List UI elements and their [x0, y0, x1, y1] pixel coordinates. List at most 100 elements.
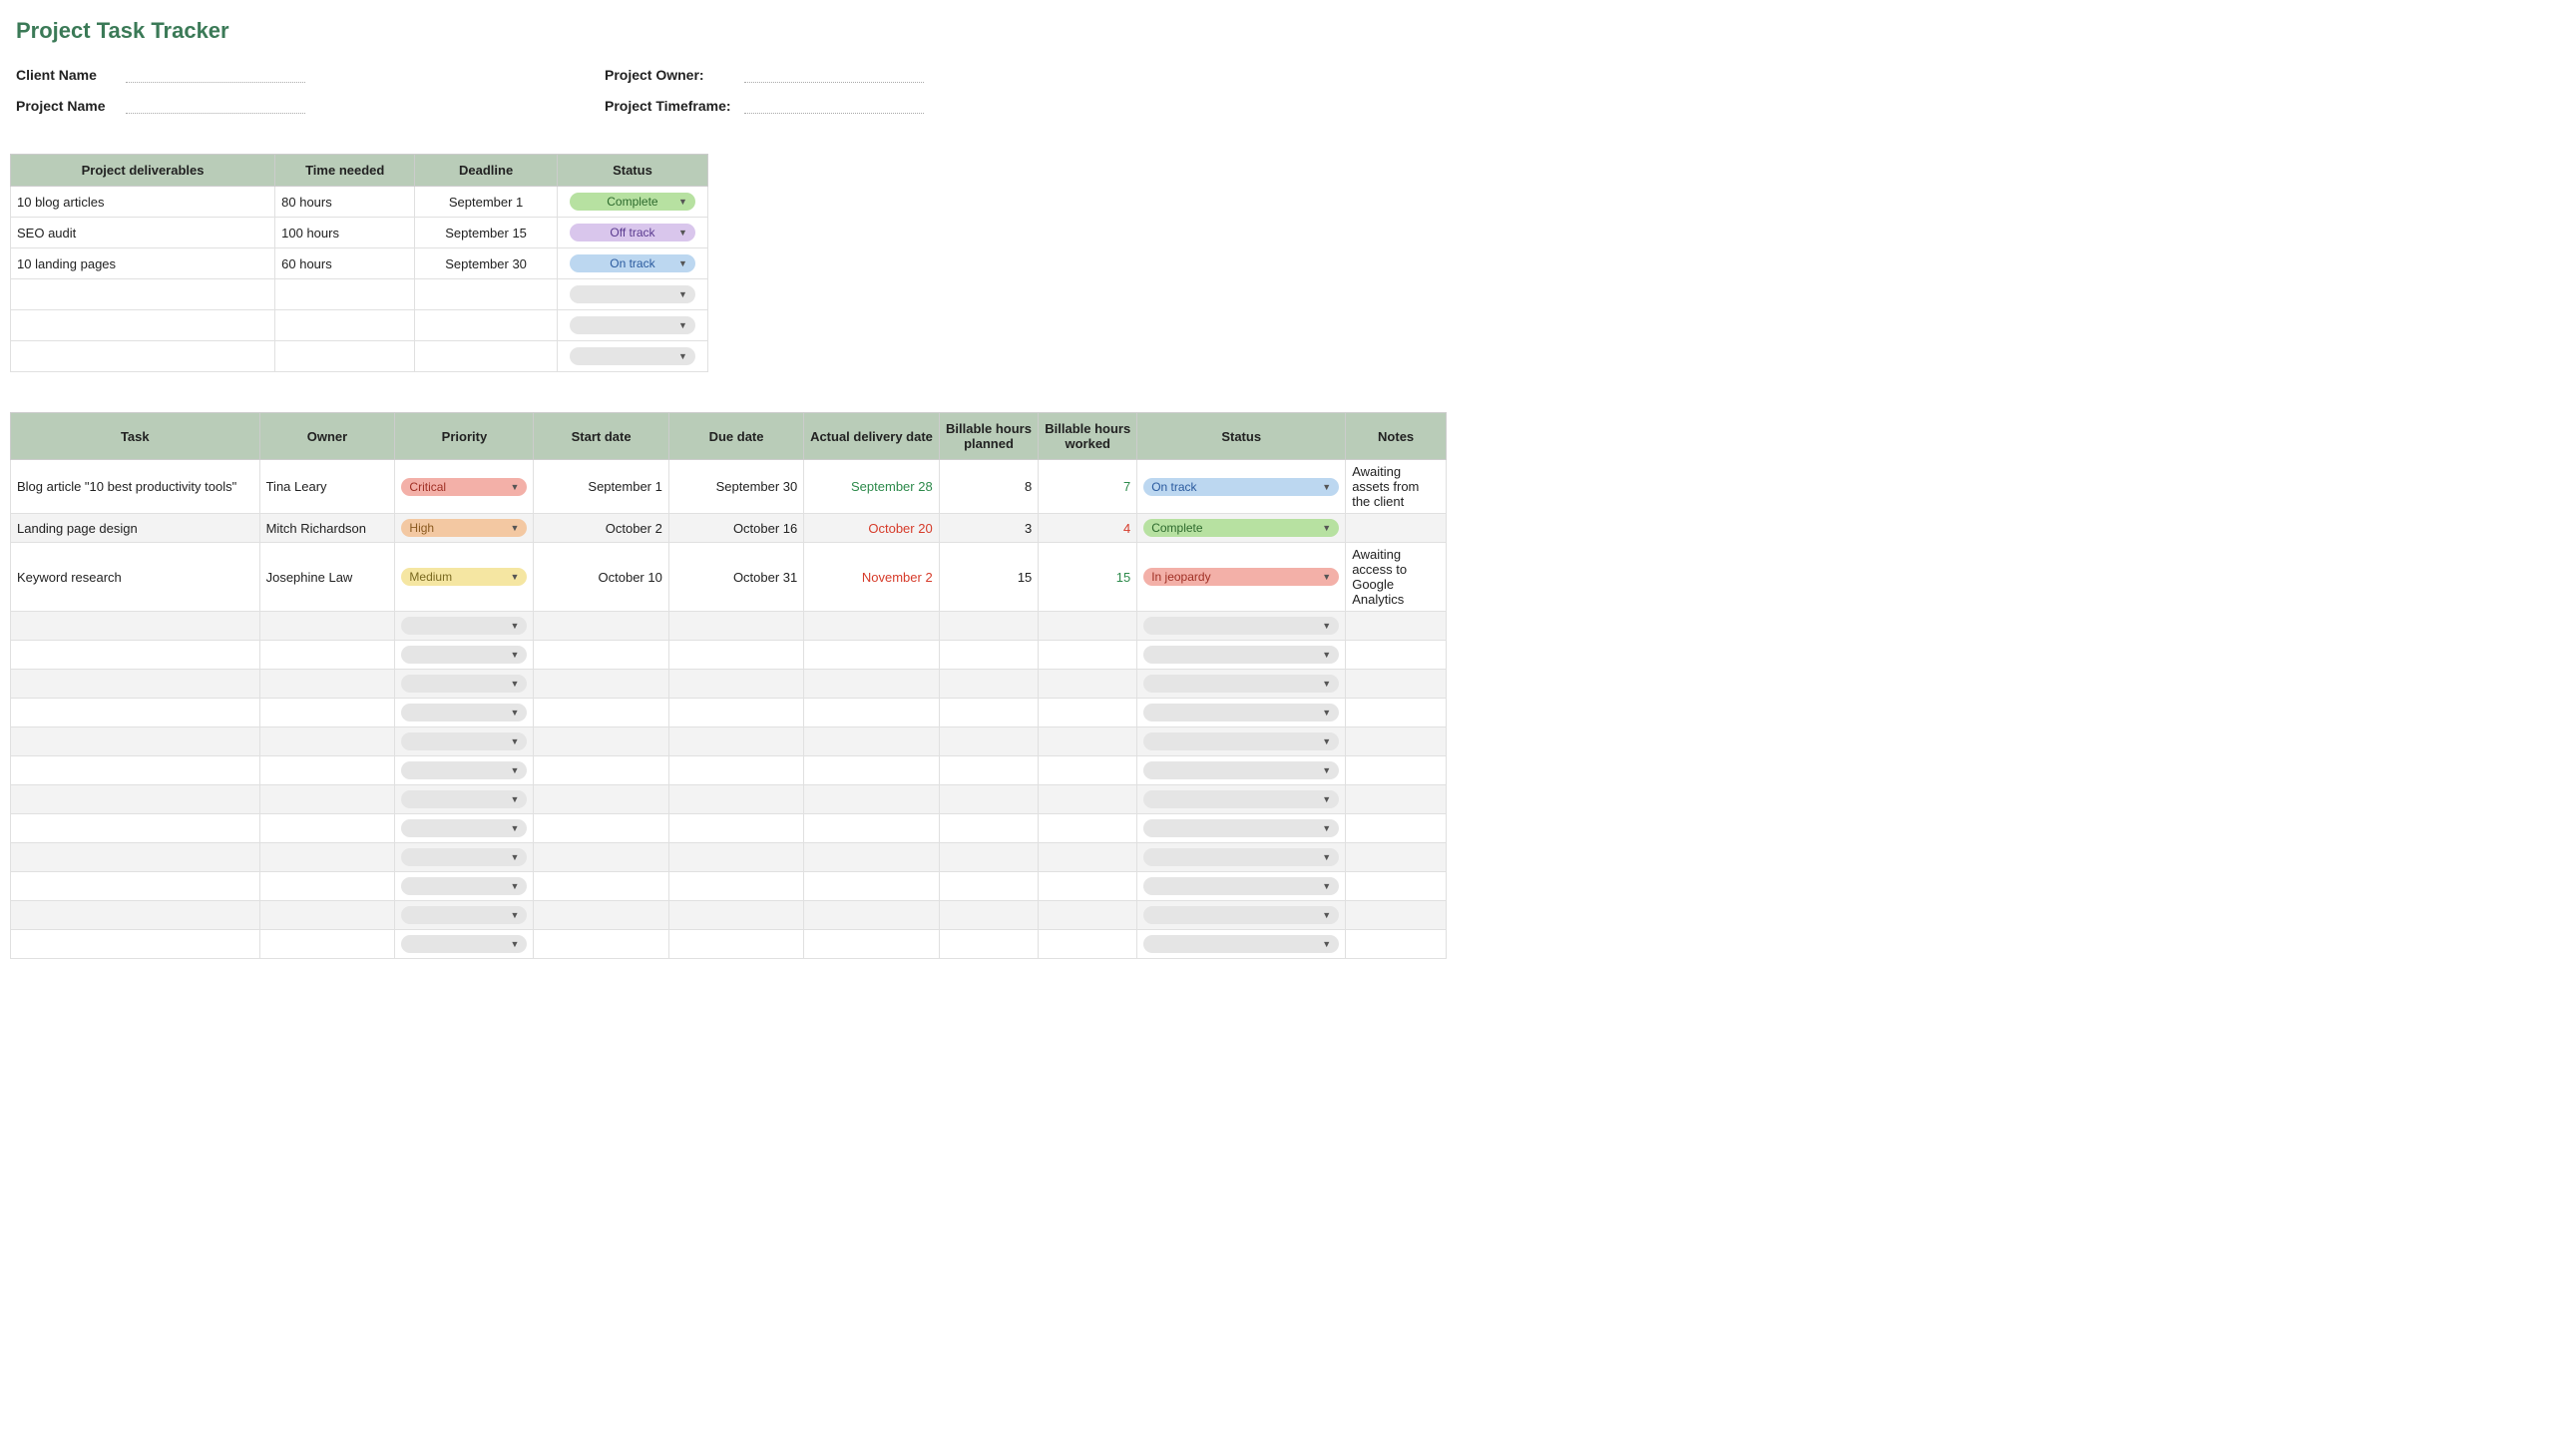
- owner-cell[interactable]: [259, 670, 395, 699]
- due-cell[interactable]: [668, 756, 803, 785]
- actual-cell[interactable]: [804, 843, 939, 872]
- actual-cell[interactable]: [804, 901, 939, 930]
- priority-cell[interactable]: ▼: [395, 756, 534, 785]
- time-cell[interactable]: 60 hours: [275, 248, 415, 279]
- owner-cell[interactable]: [259, 872, 395, 901]
- tstatus-cell[interactable]: ▼: [1137, 612, 1346, 641]
- tstatus-cell[interactable]: ▼: [1137, 814, 1346, 843]
- priority-pill[interactable]: ▼: [401, 617, 527, 635]
- priority-pill[interactable]: ▼: [401, 819, 527, 837]
- due-cell[interactable]: [668, 814, 803, 843]
- planned-cell[interactable]: [939, 699, 1039, 727]
- actual-cell[interactable]: [804, 756, 939, 785]
- tstatus-cell[interactable]: ▼: [1137, 670, 1346, 699]
- notes-cell[interactable]: [1346, 727, 1447, 756]
- tstatus-cell[interactable]: ▼: [1137, 641, 1346, 670]
- tstatus-cell[interactable]: In jeopardy▼: [1137, 543, 1346, 612]
- task-cell[interactable]: Landing page design: [11, 514, 260, 543]
- worked-cell[interactable]: 7: [1039, 460, 1137, 514]
- worked-cell[interactable]: [1039, 641, 1137, 670]
- tstatus-cell[interactable]: ▼: [1137, 727, 1346, 756]
- actual-cell[interactable]: [804, 727, 939, 756]
- tstatus-cell[interactable]: ▼: [1137, 872, 1346, 901]
- start-cell[interactable]: [534, 843, 668, 872]
- planned-cell[interactable]: [939, 727, 1039, 756]
- owner-cell[interactable]: Tina Leary: [259, 460, 395, 514]
- notes-cell[interactable]: [1346, 514, 1447, 543]
- status-pill[interactable]: ▼: [1143, 877, 1339, 895]
- due-cell[interactable]: [668, 785, 803, 814]
- worked-cell[interactable]: [1039, 727, 1137, 756]
- due-cell[interactable]: [668, 699, 803, 727]
- priority-cell[interactable]: ▼: [395, 670, 534, 699]
- priority-cell[interactable]: ▼: [395, 612, 534, 641]
- priority-cell[interactable]: ▼: [395, 641, 534, 670]
- start-cell[interactable]: [534, 872, 668, 901]
- status-pill[interactable]: ▼: [570, 285, 695, 303]
- priority-cell[interactable]: ▼: [395, 901, 534, 930]
- task-cell[interactable]: [11, 612, 260, 641]
- status-pill[interactable]: Off track▼: [570, 224, 695, 242]
- status-pill[interactable]: Complete▼: [570, 193, 695, 211]
- status-pill[interactable]: ▼: [570, 316, 695, 334]
- owner-cell[interactable]: [259, 814, 395, 843]
- actual-cell[interactable]: [804, 612, 939, 641]
- deliv-cell[interactable]: 10 blog articles: [11, 187, 275, 218]
- status-pill[interactable]: ▼: [1143, 704, 1339, 722]
- tstatus-cell[interactable]: ▼: [1137, 901, 1346, 930]
- notes-cell[interactable]: Awaiting assets from the client: [1346, 460, 1447, 514]
- priority-cell[interactable]: ▼: [395, 872, 534, 901]
- project-timeframe-input[interactable]: [744, 95, 924, 114]
- status-pill[interactable]: Complete▼: [1143, 519, 1339, 537]
- tstatus-cell[interactable]: Complete▼: [1137, 514, 1346, 543]
- priority-pill[interactable]: ▼: [401, 848, 527, 866]
- actual-cell[interactable]: [804, 872, 939, 901]
- owner-cell[interactable]: [259, 785, 395, 814]
- priority-cell[interactable]: ▼: [395, 930, 534, 959]
- planned-cell[interactable]: [939, 872, 1039, 901]
- due-cell[interactable]: [668, 612, 803, 641]
- owner-cell[interactable]: Josephine Law: [259, 543, 395, 612]
- status-cell[interactable]: ▼: [557, 279, 707, 310]
- status-pill[interactable]: ▼: [1143, 790, 1339, 808]
- client-name-input[interactable]: [126, 64, 305, 83]
- actual-cell[interactable]: [804, 930, 939, 959]
- status-pill[interactable]: ▼: [1143, 646, 1339, 664]
- deadline-cell[interactable]: September 1: [415, 187, 558, 218]
- due-cell[interactable]: September 30: [668, 460, 803, 514]
- planned-cell[interactable]: [939, 612, 1039, 641]
- start-cell[interactable]: [534, 641, 668, 670]
- worked-cell[interactable]: 4: [1039, 514, 1137, 543]
- project-name-input[interactable]: [126, 95, 305, 114]
- planned-cell[interactable]: [939, 814, 1039, 843]
- tstatus-cell[interactable]: ▼: [1137, 699, 1346, 727]
- tstatus-cell[interactable]: ▼: [1137, 843, 1346, 872]
- start-cell[interactable]: October 10: [534, 543, 668, 612]
- time-cell[interactable]: [275, 279, 415, 310]
- planned-cell[interactable]: [939, 930, 1039, 959]
- task-cell[interactable]: [11, 699, 260, 727]
- task-cell[interactable]: [11, 814, 260, 843]
- start-cell[interactable]: [534, 756, 668, 785]
- deliv-cell[interactable]: [11, 341, 275, 372]
- start-cell[interactable]: September 1: [534, 460, 668, 514]
- task-cell[interactable]: [11, 930, 260, 959]
- actual-cell[interactable]: September 28: [804, 460, 939, 514]
- status-pill[interactable]: ▼: [1143, 675, 1339, 693]
- deadline-cell[interactable]: September 15: [415, 218, 558, 248]
- task-cell[interactable]: Blog article "10 best productivity tools…: [11, 460, 260, 514]
- tstatus-cell[interactable]: ▼: [1137, 785, 1346, 814]
- notes-cell[interactable]: [1346, 641, 1447, 670]
- task-cell[interactable]: [11, 901, 260, 930]
- actual-cell[interactable]: [804, 785, 939, 814]
- priority-cell[interactable]: Medium▼: [395, 543, 534, 612]
- priority-pill[interactable]: Medium▼: [401, 568, 527, 586]
- priority-pill[interactable]: ▼: [401, 675, 527, 693]
- owner-cell[interactable]: [259, 901, 395, 930]
- priority-pill[interactable]: Critical▼: [401, 478, 527, 496]
- deliv-cell[interactable]: SEO audit: [11, 218, 275, 248]
- tstatus-cell[interactable]: ▼: [1137, 930, 1346, 959]
- worked-cell[interactable]: [1039, 872, 1137, 901]
- time-cell[interactable]: [275, 310, 415, 341]
- worked-cell[interactable]: [1039, 843, 1137, 872]
